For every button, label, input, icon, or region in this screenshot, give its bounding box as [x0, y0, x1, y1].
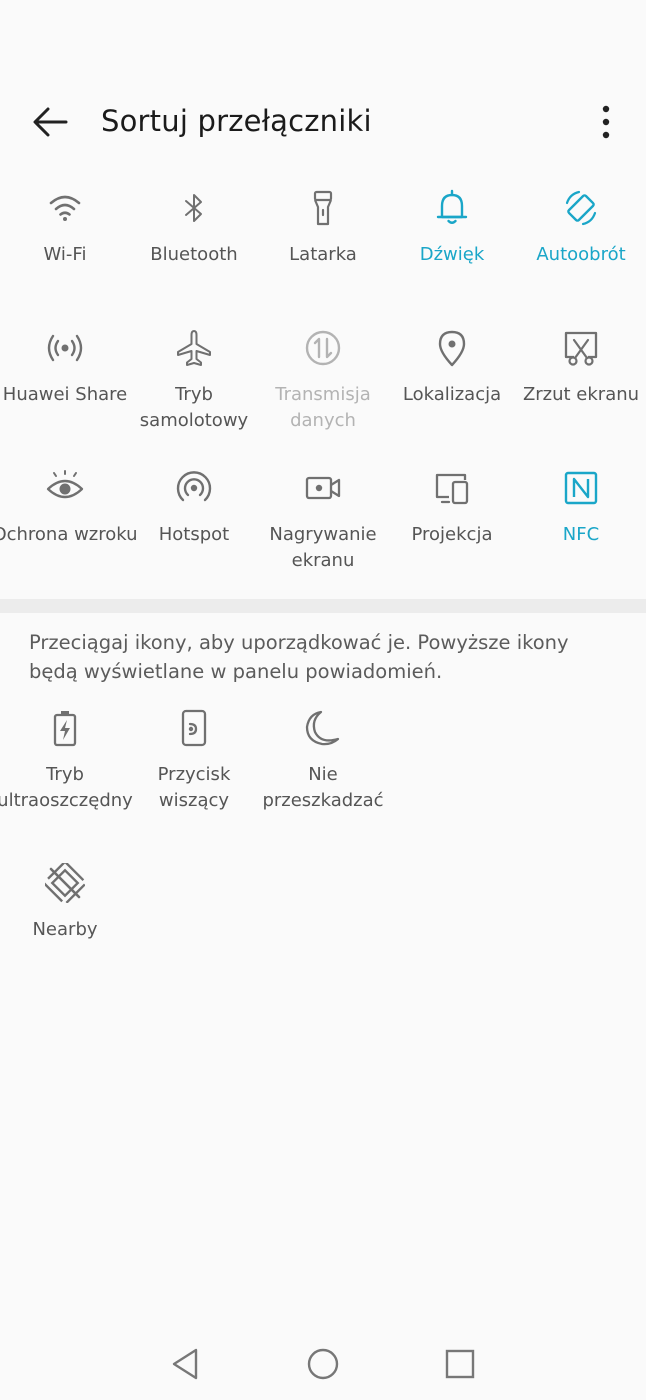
tile-label: Nie przeszkadzać: [262, 764, 384, 811]
inactive-tiles-grid: Tryb ultraoszczędny Przycisk wiszący Nie…: [0, 708, 646, 1003]
section-divider: [0, 599, 646, 613]
tile-label: Transmisja danych: [275, 384, 371, 431]
mobile-data-icon: [303, 328, 343, 368]
eye-icon: [45, 468, 85, 508]
projection-icon: [432, 468, 472, 508]
tile-bluetooth[interactable]: Bluetooth: [129, 188, 259, 318]
triangle-back-icon: [172, 1348, 198, 1380]
drag-hint-text: Przeciągaj ikony, aby uporządkować je. P…: [29, 631, 569, 683]
bell-icon: [432, 188, 472, 228]
hotspot-icon: [174, 468, 214, 508]
tile-label: Hotspot: [158, 524, 230, 545]
tile-nearby[interactable]: Nearby: [0, 860, 130, 993]
tile-airplane[interactable]: Tryb samolotowy: [129, 328, 259, 458]
tile-label: Tryb samolotowy: [139, 384, 249, 431]
tile-sound[interactable]: Dźwięk: [387, 188, 517, 318]
airplane-icon: [174, 328, 214, 368]
wifi-icon: [45, 188, 85, 228]
location-pin-icon: [432, 328, 472, 368]
tile-flashlight[interactable]: Latarka: [258, 188, 388, 318]
moon-icon: [303, 708, 343, 748]
screenshot-icon: [561, 328, 601, 368]
more-vertical-icon: [602, 105, 610, 139]
tile-label: Autoobrót: [536, 244, 626, 265]
back-button[interactable]: [28, 103, 72, 147]
tile-label: Przycisk wiszący: [157, 764, 231, 811]
tile-location[interactable]: Lokalizacja: [387, 328, 517, 458]
huawei-share-icon: [45, 328, 85, 368]
nfc-icon: [561, 468, 601, 508]
tile-label: Nearby: [32, 919, 98, 940]
tile-huawei-share[interactable]: Huawei Share: [0, 328, 130, 458]
tile-ultra-power-saving[interactable]: Tryb ultraoszczędny: [0, 708, 133, 838]
arrow-left-icon: [33, 107, 68, 137]
tile-hotspot[interactable]: Hotspot: [129, 468, 259, 598]
tile-floating-button[interactable]: Przycisk wiszący: [129, 708, 259, 838]
circle-home-icon: [307, 1348, 339, 1380]
nearby-icon: [42, 860, 88, 906]
bluetooth-icon: [174, 188, 214, 228]
tile-label: Dźwięk: [419, 244, 485, 265]
page-title: Sortuj przełączniki: [101, 104, 372, 138]
tile-label: Projekcja: [411, 524, 493, 545]
tile-label: Zrzut ekranu: [522, 384, 640, 405]
floating-button-icon: [174, 708, 214, 748]
tile-do-not-disturb[interactable]: Nie przeszkadzać: [258, 708, 388, 838]
tile-wifi[interactable]: Wi-Fi: [0, 188, 130, 318]
tile-mobile-data[interactable]: Transmisja danych: [258, 328, 388, 458]
square-recents-icon: [445, 1349, 475, 1379]
tile-screen-record[interactable]: Nagrywanie ekranu: [258, 468, 388, 598]
tile-screenshot[interactable]: Zrzut ekranu: [516, 328, 646, 458]
app-header: Sortuj przełączniki: [0, 88, 646, 158]
auto-rotate-icon: [561, 188, 601, 228]
more-options-button[interactable]: [590, 103, 622, 147]
tile-nfc[interactable]: NFC: [516, 468, 646, 598]
tile-eye-comfort[interactable]: Ochrona wzroku: [0, 468, 138, 598]
tile-projection[interactable]: Projekcja: [387, 468, 517, 598]
tile-label: Bluetooth: [150, 244, 238, 265]
nav-back-button[interactable]: [166, 1344, 206, 1384]
system-navigation-bar: [0, 1330, 646, 1400]
nav-home-button[interactable]: [303, 1344, 343, 1384]
active-tiles-grid: Wi-Fi Bluetooth Latarka Dźwięk Autoobrót: [0, 188, 646, 608]
tile-label: Lokalizacja: [402, 384, 502, 405]
nav-recents-button[interactable]: [440, 1344, 480, 1384]
screen-record-icon: [303, 468, 343, 508]
tile-label: Nagrywanie ekranu: [269, 524, 377, 571]
tile-auto-rotate[interactable]: Autoobrót: [516, 188, 646, 318]
battery-saver-icon: [45, 708, 85, 748]
tile-label: Latarka: [289, 244, 357, 265]
flashlight-icon: [303, 188, 343, 228]
tile-label: NFC: [562, 524, 600, 545]
